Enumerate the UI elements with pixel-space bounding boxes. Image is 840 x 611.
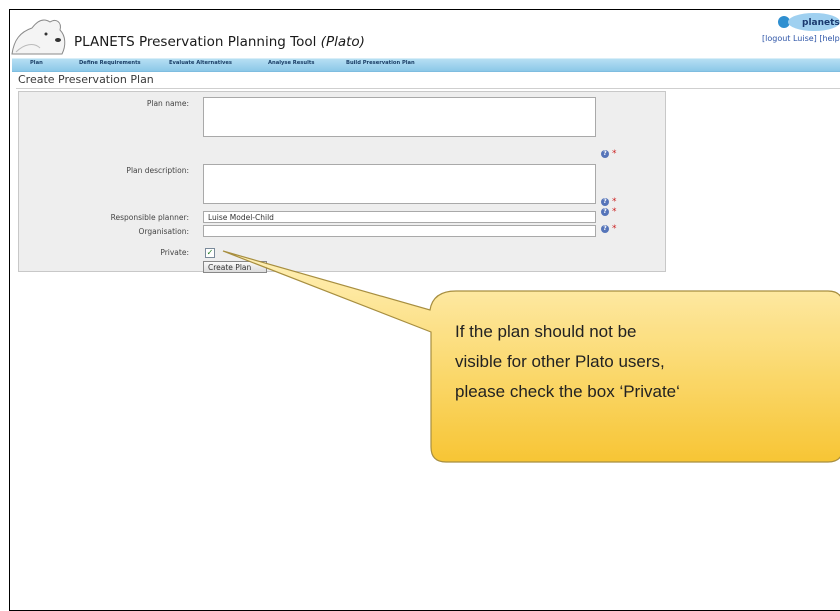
callout-line-3: please check the box ‘Private‘	[455, 382, 680, 401]
callout-line-2: visible for other Plato users,	[455, 352, 665, 371]
callout-line-1: If the plan should not be	[455, 322, 637, 341]
callout-text: If the plan should not be visible for ot…	[455, 317, 825, 407]
callout-bubble	[222, 250, 840, 463]
